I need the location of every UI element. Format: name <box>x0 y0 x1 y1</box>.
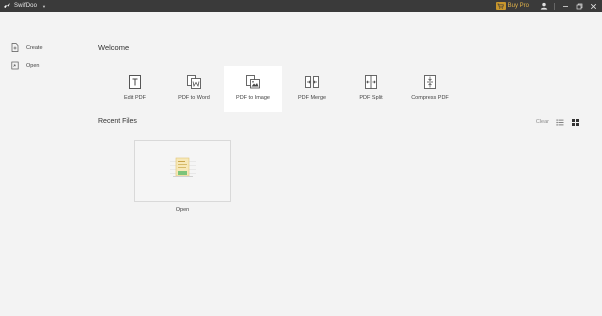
sidebar-item-create[interactable]: Create <box>11 43 43 52</box>
grid-view-icon[interactable] <box>571 118 579 126</box>
close-icon[interactable] <box>586 0 600 12</box>
buy-pro-button[interactable]: Buy Pro <box>495 2 529 10</box>
recent-file-label: Open <box>175 207 190 213</box>
main-content: Welcome Edit PDF PDF to Word PDF to Imag… <box>74 12 602 316</box>
title-bar: SwifDoo ▼ Buy Pro <box>0 0 602 12</box>
sidebar-item-label: Open <box>26 62 40 69</box>
pdf-split-icon <box>363 74 379 90</box>
tool-label: PDF Split <box>359 95 383 101</box>
recent-file-card[interactable] <box>134 140 231 202</box>
tool-compress-pdf[interactable]: Compress PDF <box>401 66 459 112</box>
swifdoo-logo-icon <box>3 2 11 10</box>
pdf-to-word-icon <box>186 74 202 90</box>
tool-label: Edit PDF <box>123 95 146 101</box>
page-title: Welcome <box>98 43 130 52</box>
cart-icon <box>495 2 506 10</box>
sidebar-item-label: Create <box>26 44 43 51</box>
open-icon <box>11 61 19 70</box>
edit-pdf-icon <box>127 74 143 90</box>
sidebar: Create Open <box>0 12 74 316</box>
tool-label: Compress PDF <box>411 95 449 101</box>
file-thumbnail-icon <box>169 157 196 186</box>
create-icon <box>11 43 19 52</box>
sidebar-item-open[interactable]: Open <box>11 61 39 70</box>
tool-pdf-to-image[interactable]: PDF to Image <box>224 66 282 112</box>
pdf-merge-icon <box>304 74 320 90</box>
buy-pro-label: Buy Pro <box>507 3 529 9</box>
tool-label: PDF Merge <box>297 95 327 101</box>
tool-edit-pdf[interactable]: Edit PDF <box>106 66 164 112</box>
tool-label: PDF to Image <box>236 95 270 101</box>
tool-pdf-split[interactable]: PDF Split <box>342 66 400 112</box>
app-menu-chevron-down-icon[interactable]: ▼ <box>42 4 46 9</box>
titlebar-divider <box>554 2 555 10</box>
app-title: SwifDoo <box>14 3 38 9</box>
tools-row: Edit PDF PDF to Word PDF to Image PDF Me… <box>106 66 460 112</box>
recent-files-actions: Clear <box>536 118 579 126</box>
tool-label: PDF to Word <box>178 95 210 101</box>
recent-files-heading: Recent Files <box>98 118 137 125</box>
clear-button[interactable]: Clear <box>536 119 549 125</box>
compress-pdf-icon <box>422 74 438 90</box>
list-view-icon[interactable] <box>556 118 564 126</box>
minimize-icon[interactable] <box>558 0 572 12</box>
restore-icon[interactable] <box>572 0 586 12</box>
account-icon[interactable] <box>537 0 551 12</box>
pdf-to-image-icon <box>245 74 261 90</box>
tool-pdf-merge[interactable]: PDF Merge <box>283 66 341 112</box>
tool-pdf-to-word[interactable]: PDF to Word <box>165 66 223 112</box>
